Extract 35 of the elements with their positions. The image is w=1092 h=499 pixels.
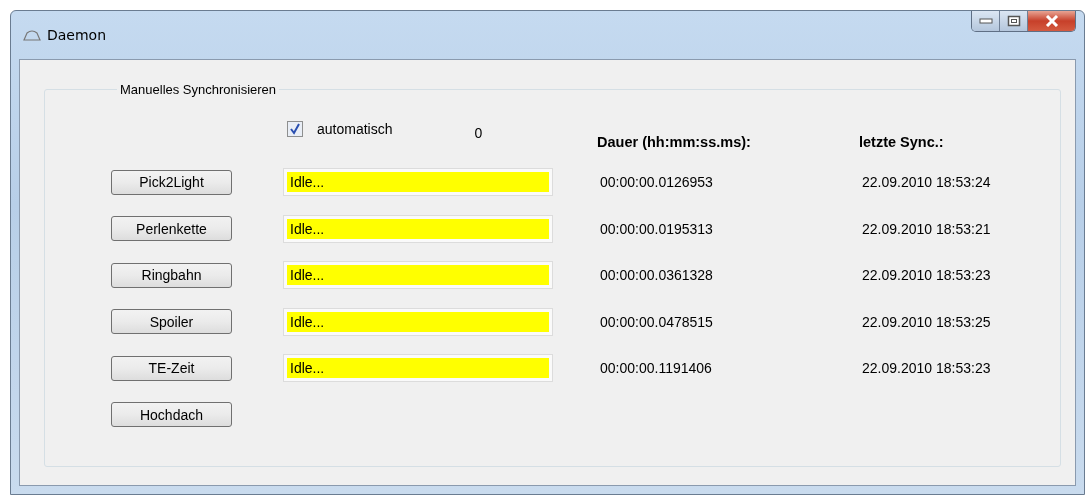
status-field: Idle... <box>284 169 552 196</box>
last-sync-text: 22.09.2010 18:53:23 <box>861 360 991 377</box>
last-sync-text: 22.09.2010 18:53:24 <box>861 174 991 191</box>
counter-text: 0 <box>474 125 483 141</box>
sync-button[interactable]: Spoiler <box>111 309 232 335</box>
last-sync-text: 22.09.2010 18:53:25 <box>861 313 991 330</box>
maximize-button[interactable] <box>1000 11 1028 31</box>
minimize-button[interactable] <box>972 11 1000 31</box>
status-field: Idle... <box>284 308 552 335</box>
checkbox-label: automatisch <box>317 121 393 137</box>
duration-text: 00:00:00.0126953 <box>599 174 713 191</box>
sync-button[interactable]: Pick2Light <box>111 169 232 195</box>
column-header: Dauer (hh:mm:ss.ms): <box>597 134 752 150</box>
status-field: Idle... <box>284 262 552 289</box>
close-icon <box>1043 15 1060 27</box>
app-icon <box>23 29 41 41</box>
minimize-icon <box>978 18 993 24</box>
sync-button[interactable]: Perlenkette <box>111 216 232 242</box>
maximize-icon <box>1006 15 1021 27</box>
sync-button[interactable]: Hochdach <box>111 402 232 428</box>
column-header: letzte Sync.: <box>859 134 945 150</box>
status-field: Idle... <box>284 215 552 242</box>
duration-text: 00:00:00.0195313 <box>599 220 713 237</box>
window-title: Daemon <box>47 27 107 43</box>
duration-text: 00:00:00.0361328 <box>599 267 713 284</box>
duration-text: 00:00:00.1191406 <box>599 360 712 377</box>
group-title: Manuelles Synchronisieren <box>119 82 278 97</box>
sync-button[interactable]: TE-Zeit <box>111 355 232 381</box>
last-sync-text: 22.09.2010 18:53:23 <box>861 267 991 284</box>
last-sync-text: 22.09.2010 18:53:21 <box>861 220 991 237</box>
close-button[interactable] <box>1028 11 1075 31</box>
status-field: Idle... <box>284 355 552 382</box>
checkbox[interactable] <box>287 121 303 137</box>
sync-button[interactable]: Ringbahn <box>111 262 232 288</box>
duration-text: 00:00:00.0478515 <box>599 313 713 330</box>
